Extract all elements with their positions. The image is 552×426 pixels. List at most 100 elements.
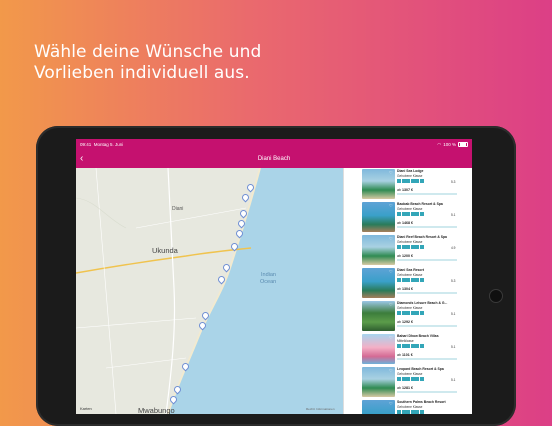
map-legal-link[interactable]: Rechtl. Informationen xyxy=(306,407,335,411)
price-bar xyxy=(397,325,457,327)
hotel-name: Bahari Dhow Beach Villas xyxy=(397,334,439,338)
hotel-price: ab 1304 € xyxy=(397,287,413,291)
map-label-mwabungo: Mwabungo xyxy=(138,406,175,414)
hotel-score: 4.9 xyxy=(451,246,456,250)
hotel-class: Gehobene Klasse xyxy=(397,240,423,244)
hotel-class: Gehobene Klasse xyxy=(397,207,423,211)
terrain-line xyxy=(76,197,127,229)
heart-icon[interactable]: ♡ xyxy=(389,203,393,208)
hotel-price: ab 1292 € xyxy=(397,320,413,324)
hotel-card[interactable]: ♡ Diani Reef Beach Resort & Spa Gehobene K… xyxy=(362,235,472,267)
price-prefix: ab xyxy=(397,386,401,390)
map-canvas xyxy=(76,168,343,414)
home-button xyxy=(489,289,503,303)
price-prefix: ab xyxy=(397,320,401,324)
hotel-name: Diani Reef Beach Resort & Spa xyxy=(397,235,447,239)
rating-icons xyxy=(397,179,424,183)
hotel-card[interactable]: ♡ Diani Sea Lodge Gehobene Klasse 5.3 ab 130… xyxy=(362,169,472,201)
price-value: 1307 € xyxy=(402,188,413,192)
status-icons: ◠ 100 % xyxy=(437,139,468,150)
price-bar xyxy=(397,226,457,228)
rating-icons xyxy=(397,377,424,381)
battery-icon xyxy=(458,141,468,148)
hotel-name: Diani Sea Lodge xyxy=(397,169,424,173)
price-bar xyxy=(397,358,457,360)
map-label-ukunda: Ukunda xyxy=(152,246,178,255)
rating-icons xyxy=(397,410,424,414)
map-view[interactable]: Diani Ukunda Indian Ocean Mwabungo Karte… xyxy=(76,168,343,414)
ocean-area xyxy=(168,168,343,414)
hotel-class: Gehobene Klasse xyxy=(397,306,423,310)
hotel-name: Diamonds Leisure Beach & G... xyxy=(397,301,448,305)
price-bar xyxy=(397,292,457,294)
hotel-card[interactable]: ♡ Southern Palms Beach Resort Gehobene Kla… xyxy=(362,400,472,414)
price-bar xyxy=(397,193,457,195)
price-value: 1468 € xyxy=(402,221,413,225)
hotel-score: 5.1 xyxy=(451,312,456,316)
price-value: 1292 € xyxy=(402,320,413,324)
heart-icon[interactable]: ♡ xyxy=(389,269,393,274)
app-screen: 09:41 Montag 5. Juni ◠ 100 % ‹ Diani Bea… xyxy=(76,139,472,414)
hotel-name: Southern Palms Beach Resort xyxy=(397,400,446,404)
heart-icon[interactable]: ♡ xyxy=(389,170,393,175)
wifi-icon: ◠ xyxy=(437,142,442,147)
status-bar: 09:41 Montag 5. Juni ◠ 100 % xyxy=(76,139,472,150)
apple-maps-logo: Karten xyxy=(80,406,92,411)
hotel-name: Leopard Beach Resort & Spa xyxy=(397,367,444,371)
price-value: 1304 € xyxy=(402,287,413,291)
map-label-ocean-2: Ocean xyxy=(260,279,277,285)
hotel-price: ab 1468 € xyxy=(397,221,413,225)
map-label-diani: Diani xyxy=(172,206,184,212)
price-prefix: ab xyxy=(397,188,401,192)
hotel-price: ab 1200 € xyxy=(397,254,413,258)
price-prefix: ab xyxy=(397,254,401,258)
hotel-class: Mittelklasse xyxy=(397,339,414,343)
heart-icon[interactable]: ♡ xyxy=(389,302,393,307)
hotel-card[interactable]: ♡ Diani Sea Resort Gehobene Klasse 5.3 ab 13… xyxy=(362,268,472,300)
hotel-card[interactable]: ♡ Baobab Beach Resort & Spa Gehobene Klass… xyxy=(362,202,472,234)
price-prefix: ab xyxy=(397,287,401,291)
price-bar xyxy=(397,259,457,261)
price-value: 1281 € xyxy=(402,386,413,390)
headline-line-2: Vorlieben individuell aus. xyxy=(34,63,250,83)
hotel-price: ab 1281 € xyxy=(397,386,413,390)
marketing-headline: Wähle deine Wünsche und Vorlieben indivi… xyxy=(34,42,334,84)
hotel-score: 5.3 xyxy=(451,180,456,184)
hotel-card[interactable]: ♡ Diamonds Leisure Beach & G... Gehobene K… xyxy=(362,301,472,333)
rating-icons xyxy=(397,212,424,216)
coastal-road xyxy=(165,168,176,414)
page-title: Diani Beach xyxy=(257,156,291,162)
hotel-list[interactable]: ♡ Diani Sea Lodge Gehobene Klasse 5.3 ab 130… xyxy=(343,168,472,414)
heart-icon[interactable]: ♡ xyxy=(389,236,393,241)
hotel-score: 5.1 xyxy=(451,345,456,349)
rating-icons xyxy=(397,344,424,348)
price-prefix: ab xyxy=(397,221,401,225)
price-value: 1200 € xyxy=(402,254,413,258)
hotel-name: Baobab Beach Resort & Spa xyxy=(397,202,443,206)
price-bar xyxy=(397,391,457,393)
hotel-score: 5.1 xyxy=(451,213,456,217)
hotel-class: Gehobene Klasse xyxy=(397,372,423,376)
hotel-price: ab 1307 € xyxy=(397,188,413,192)
heart-icon[interactable]: ♡ xyxy=(389,401,393,406)
hotel-card[interactable]: ♡ Leopard Beach Resort & Spa Gehobene Klas… xyxy=(362,367,472,399)
hotel-price: ab 1101 € xyxy=(397,353,413,357)
hotel-class: Gehobene Klasse xyxy=(397,405,423,409)
rating-icons xyxy=(397,311,424,315)
price-value: 1101 € xyxy=(402,353,413,357)
rating-icons xyxy=(397,245,424,249)
navigation-bar: ‹ Diani Beach xyxy=(76,150,472,168)
rating-icons xyxy=(397,278,424,282)
hotel-name: Diani Sea Resort xyxy=(397,268,424,272)
price-prefix: ab xyxy=(397,353,401,357)
hotel-score: 5.1 xyxy=(451,378,456,382)
hotel-score: 5.3 xyxy=(451,279,456,283)
hotel-class: Gehobene Klasse xyxy=(397,273,423,277)
hotel-class: Gehobene Klasse xyxy=(397,174,423,178)
map-label-ocean-1: Indian xyxy=(261,272,276,278)
headline-line-1: Wähle deine Wünsche und xyxy=(34,42,262,62)
heart-icon[interactable]: ♡ xyxy=(389,335,393,340)
battery-percent: 100 % xyxy=(443,142,456,147)
heart-icon[interactable]: ♡ xyxy=(389,368,393,373)
hotel-card[interactable]: ♡ Bahari Dhow Beach Villas Mittelklasse 5.1… xyxy=(362,334,472,366)
